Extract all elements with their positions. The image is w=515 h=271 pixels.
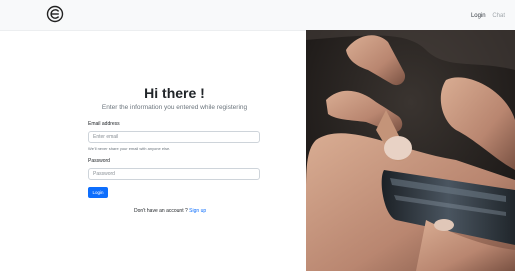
top-navbar: Login Chat bbox=[0, 0, 515, 31]
login-form-section: Hi there ! Enter the information you ent… bbox=[0, 30, 306, 271]
page-title: Hi there ! bbox=[144, 85, 205, 101]
email-field[interactable] bbox=[88, 131, 260, 143]
nav-chat-link[interactable]: Chat bbox=[492, 13, 505, 19]
brand-logo-icon[interactable] bbox=[46, 5, 64, 23]
login-button[interactable]: Login bbox=[88, 187, 108, 198]
signup-link[interactable]: Sign up bbox=[189, 208, 206, 214]
email-help-text: We'll never share your email with anyone… bbox=[88, 146, 171, 151]
password-label: Password bbox=[88, 158, 110, 164]
hero-photo bbox=[306, 30, 515, 271]
form-subtitle: Enter the information you entered while … bbox=[101, 104, 248, 111]
email-label: Email address bbox=[88, 121, 120, 127]
signup-prompt-text: Don't have an account ? bbox=[134, 208, 188, 214]
password-field[interactable] bbox=[88, 168, 260, 180]
nav-links: Login Chat bbox=[466, 13, 505, 19]
hand-holding-phone-photo bbox=[306, 30, 515, 271]
nav-login-link[interactable]: Login bbox=[471, 13, 486, 19]
signup-prompt: Don't have an account ? Sign up bbox=[134, 208, 206, 214]
